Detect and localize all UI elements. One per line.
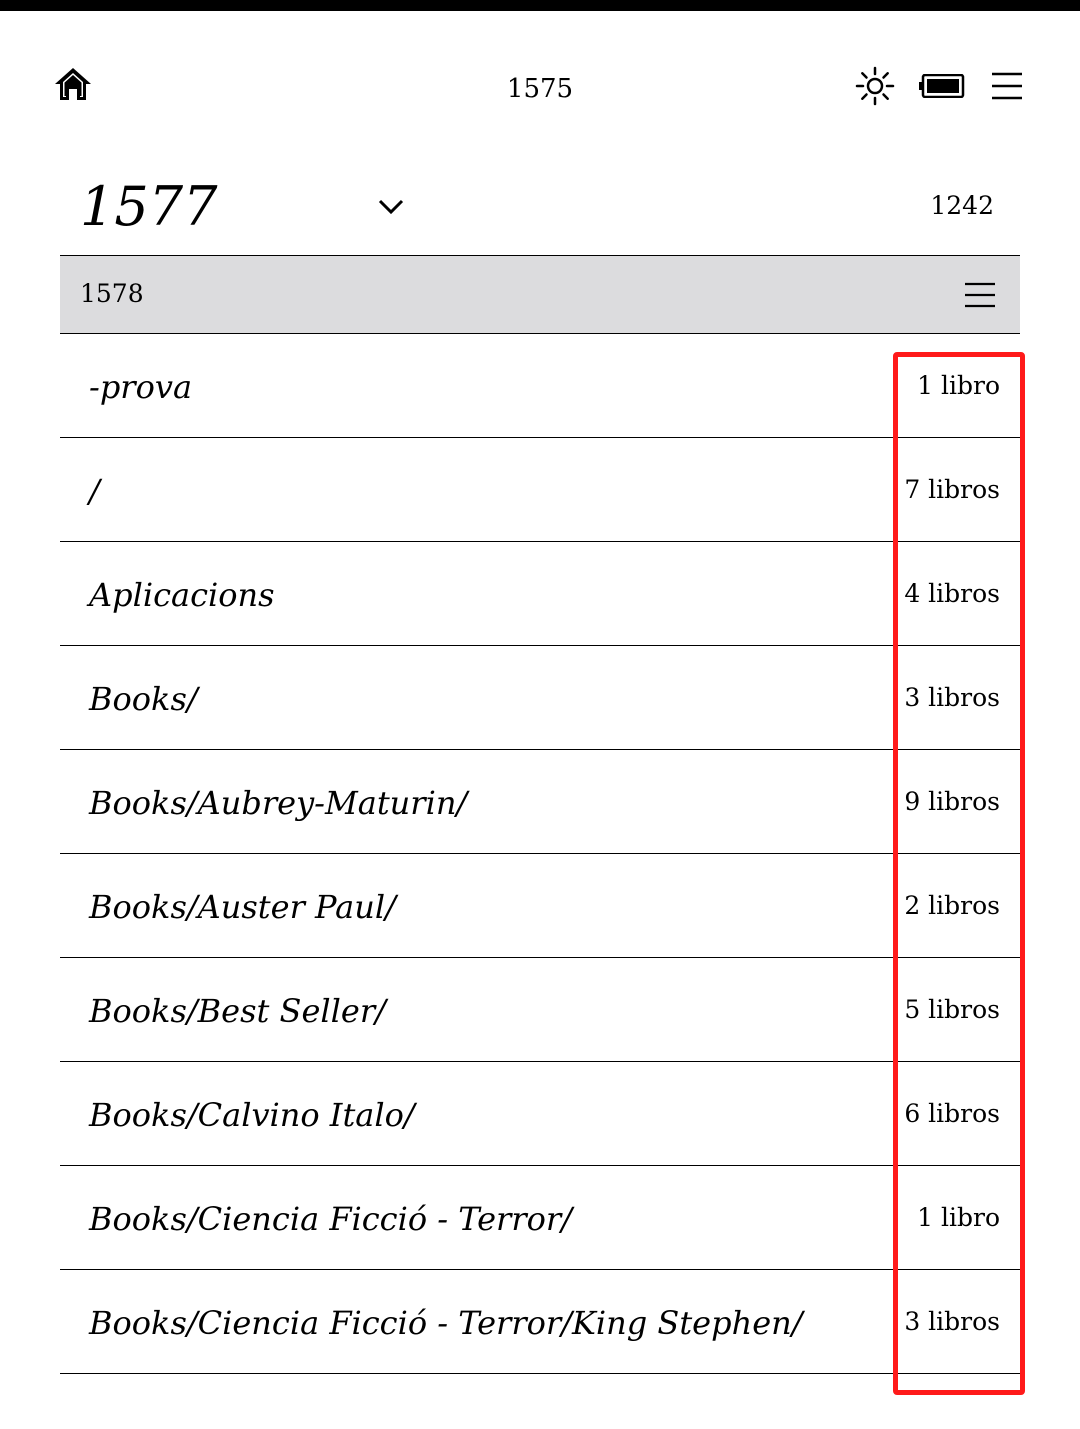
list-item-name: Books/Best Seller/ bbox=[89, 992, 386, 1030]
list-item[interactable]: -prova 1 libro bbox=[60, 334, 1020, 438]
list-item[interactable]: Books/Auster Paul/ 2 libros bbox=[60, 854, 1020, 958]
list-item-count: 2 libros bbox=[904, 891, 1000, 920]
list-item[interactable]: Books/Calvino Italo/ 6 libros bbox=[60, 1062, 1020, 1166]
menu-icon[interactable] bbox=[990, 71, 1024, 101]
page-title: 1577 bbox=[80, 175, 218, 238]
chevron-down-icon[interactable] bbox=[376, 194, 406, 218]
list-item-count: 4 libros bbox=[904, 579, 1000, 608]
list-item[interactable]: Books/Aubrey-Maturin/ 9 libros bbox=[60, 750, 1020, 854]
list-item-count: 3 libros bbox=[904, 683, 1000, 712]
list-item[interactable]: Books/Ciencia Ficció - Terror/King Steph… bbox=[60, 1270, 1020, 1374]
list-item[interactable]: Books/Ciencia Ficció - Terror/ 1 libro bbox=[60, 1166, 1020, 1270]
list-item-count: 1 libro bbox=[917, 1203, 1000, 1232]
list-item-name: Books/Calvino Italo/ bbox=[89, 1096, 415, 1134]
list-item-name: Aplicacions bbox=[89, 576, 275, 614]
list-item[interactable]: Books/Best Seller/ 5 libros bbox=[60, 958, 1020, 1062]
home-icon[interactable] bbox=[54, 66, 92, 102]
brightness-icon[interactable] bbox=[855, 66, 895, 106]
battery-icon bbox=[919, 74, 965, 98]
status-bar: 1575 bbox=[0, 11, 1080, 141]
collection-header: 1577 1242 bbox=[60, 160, 1020, 256]
list-item-count: 1 libro bbox=[917, 371, 1000, 400]
sort-menu-icon[interactable] bbox=[964, 282, 996, 308]
list-item[interactable]: Books/ 3 libros bbox=[60, 646, 1020, 750]
list-item-name: Books/Auster Paul/ bbox=[89, 888, 396, 926]
list-item-count: 6 libros bbox=[904, 1099, 1000, 1128]
list-item[interactable]: / 7 libros bbox=[60, 438, 1020, 542]
sort-bar[interactable]: 1578 bbox=[60, 256, 1020, 334]
status-title: 1575 bbox=[506, 74, 574, 104]
list-item-name: Books/Ciencia Ficció - Terror/ bbox=[89, 1200, 572, 1238]
list-item-count: 7 libros bbox=[904, 475, 1000, 504]
list-item-name: Books/Ciencia Ficció - Terror/King Steph… bbox=[89, 1304, 803, 1342]
list-item-name: -prova bbox=[89, 368, 193, 406]
list-item[interactable]: Aplicacions 4 libros bbox=[60, 542, 1020, 646]
top-edge-bar bbox=[0, 0, 1080, 11]
list-item-name: Books/ bbox=[89, 680, 198, 718]
sort-label: 1578 bbox=[80, 279, 144, 308]
collection-count: 1242 bbox=[930, 191, 994, 220]
folder-list: -prova 1 libro / 7 libros Aplicacions 4 … bbox=[60, 334, 1020, 1374]
list-item-count: 3 libros bbox=[904, 1307, 1000, 1336]
list-item-count: 5 libros bbox=[904, 995, 1000, 1024]
list-item-count: 9 libros bbox=[904, 787, 1000, 816]
list-item-name: Books/Aubrey-Maturin/ bbox=[89, 784, 468, 822]
list-item-name: / bbox=[89, 472, 100, 510]
